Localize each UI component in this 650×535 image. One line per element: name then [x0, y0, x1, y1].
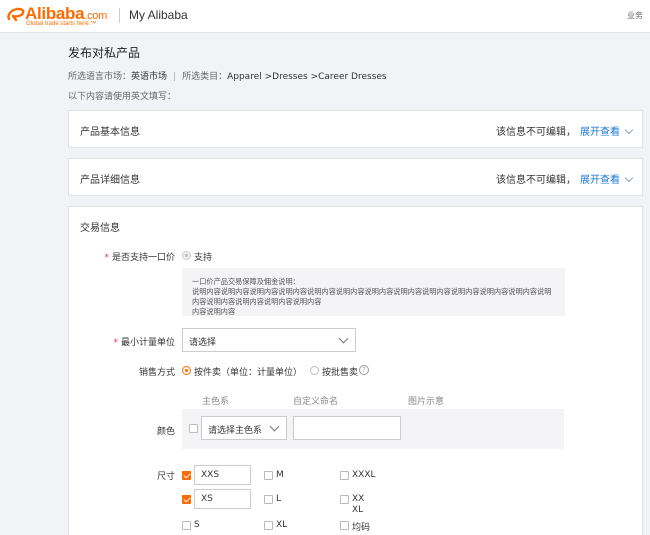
detail-info-toggle[interactable]: 该信息不可编辑， 展开查看 [496, 171, 634, 186]
color-column-custom-name: 自定义命名 [293, 397, 339, 407]
required-mark: * [113, 338, 118, 348]
market-value: 英语市场 [131, 72, 168, 82]
size-checkbox-xxl[interactable] [340, 471, 349, 480]
unit-select[interactable]: 请选择 [182, 328, 356, 352]
custom-color-name-input[interactable] [293, 416, 401, 440]
color-label: 颜色 [156, 427, 175, 437]
size-label-m[interactable]: M [276, 470, 284, 480]
sale-by-batch-radio[interactable] [310, 366, 319, 375]
alibaba-logo[interactable]: Alibaba.com Global trade starts here.™ [7, 4, 117, 29]
one-price-option[interactable]: 支持 [194, 250, 212, 263]
size-label-xxl[interactable]: XXXL [352, 470, 376, 480]
unit-select-value: 请选择 [189, 338, 217, 348]
basic-info-panel: 产品基本信息 该信息不可编辑， 展开查看 [68, 110, 643, 148]
detail-info-title: 产品详细信息 [80, 175, 140, 186]
size-label-one-size[interactable]: 均码 [352, 520, 370, 533]
basic-info-status: 该信息不可编辑， [496, 127, 576, 138]
color-checkbox[interactable] [189, 424, 198, 433]
sale-by-piece-label[interactable]: 按件卖（单位：计量单位） [194, 365, 302, 378]
alibaba-logo-icon [7, 7, 25, 22]
size-checkbox-xxxl[interactable] [340, 495, 349, 504]
size-label-xxxl[interactable]: XXXL [352, 494, 366, 516]
size-checkbox-s[interactable] [182, 521, 191, 530]
color-column-image: 图片示意 [408, 397, 445, 407]
basic-info-title: 产品基本信息 [80, 127, 140, 138]
app-title[interactable]: My Alibaba [129, 8, 188, 22]
page-title: 发布对私产品 [68, 46, 141, 60]
main-color-select-value: 请选择主色系 [208, 426, 263, 436]
category-label: 所选类目： [182, 72, 228, 82]
info-line: 一口价产品交易保障及佣金说明： [192, 277, 300, 286]
one-price-radio[interactable] [182, 251, 191, 260]
breadcrumb-separator: | [173, 72, 177, 82]
sale-by-batch-label[interactable]: 按批售卖 [322, 365, 358, 378]
business-menu-link[interactable]: 业务 [627, 10, 643, 21]
sale-by-piece-radio[interactable] [182, 366, 191, 375]
chevron-down-icon[interactable] [624, 125, 634, 135]
market-label: 所选语言市场： [68, 72, 132, 82]
commission-info-box: 一口价产品交易保障及佣金说明： 说明内容说明内容说明内容说明内容说明内容说明内容… [182, 268, 565, 316]
chevron-down-icon[interactable] [624, 173, 634, 183]
question-circle-icon[interactable]: ? [359, 365, 369, 375]
size-checkbox-one-size[interactable] [340, 521, 349, 530]
size-checkbox-xl[interactable] [264, 521, 273, 530]
info-line: 说明内容说明内容说明内容说明内容说明内容说明内容说明内容说明内容说明内容说明内容… [192, 287, 552, 306]
size-label: 尺寸 [156, 472, 175, 482]
size-label-l[interactable]: L [276, 494, 281, 504]
size-label-xl[interactable]: XL [276, 520, 287, 530]
expand-link[interactable]: 展开查看 [580, 175, 620, 186]
detail-info-status: 该信息不可编辑， [496, 175, 576, 186]
expand-link[interactable]: 展开查看 [580, 127, 620, 138]
size-checkbox-xs[interactable] [182, 495, 191, 504]
unit-label: * 最小计量单位 [113, 338, 175, 348]
breadcrumb: 所选语言市场：英语市场 | 所选类目：Apparel >Dresses >Caree… [68, 69, 387, 82]
main-color-select[interactable]: 请选择主色系 [201, 416, 287, 440]
size-checkbox-l[interactable] [264, 495, 273, 504]
header-divider [119, 8, 120, 23]
required-mark: * [104, 253, 109, 263]
chevron-down-icon [269, 421, 280, 432]
logo-tagline: Global trade starts here.™ [26, 21, 97, 27]
size-label-s[interactable]: S [194, 520, 200, 530]
one-price-label: * 是否支持一口价 [104, 253, 175, 263]
size-checkbox-xxs[interactable] [182, 471, 191, 480]
category-value: Apparel >Dresses >Career Dresses [227, 72, 387, 82]
size-name-input-xxs[interactable]: XXS [194, 465, 251, 485]
top-bar: Alibaba.com Global trade starts here.™ M… [0, 0, 650, 33]
size-name-input-xs[interactable]: XS [194, 489, 251, 509]
size-checkbox-m[interactable] [264, 471, 273, 480]
english-hint: 以下内容请使用英文填写： [68, 92, 177, 102]
detail-info-panel: 产品详细信息 该信息不可编辑， 展开查看 [68, 158, 643, 196]
trade-info-title: 交易信息 [80, 223, 120, 234]
color-column-main: 主色系 [202, 397, 230, 407]
sale-method-label: 销售方式 [138, 368, 175, 378]
chevron-down-icon [338, 333, 349, 344]
info-line: 内容说明内容 [192, 307, 236, 316]
basic-info-toggle[interactable]: 该信息不可编辑， 展开查看 [496, 123, 634, 138]
